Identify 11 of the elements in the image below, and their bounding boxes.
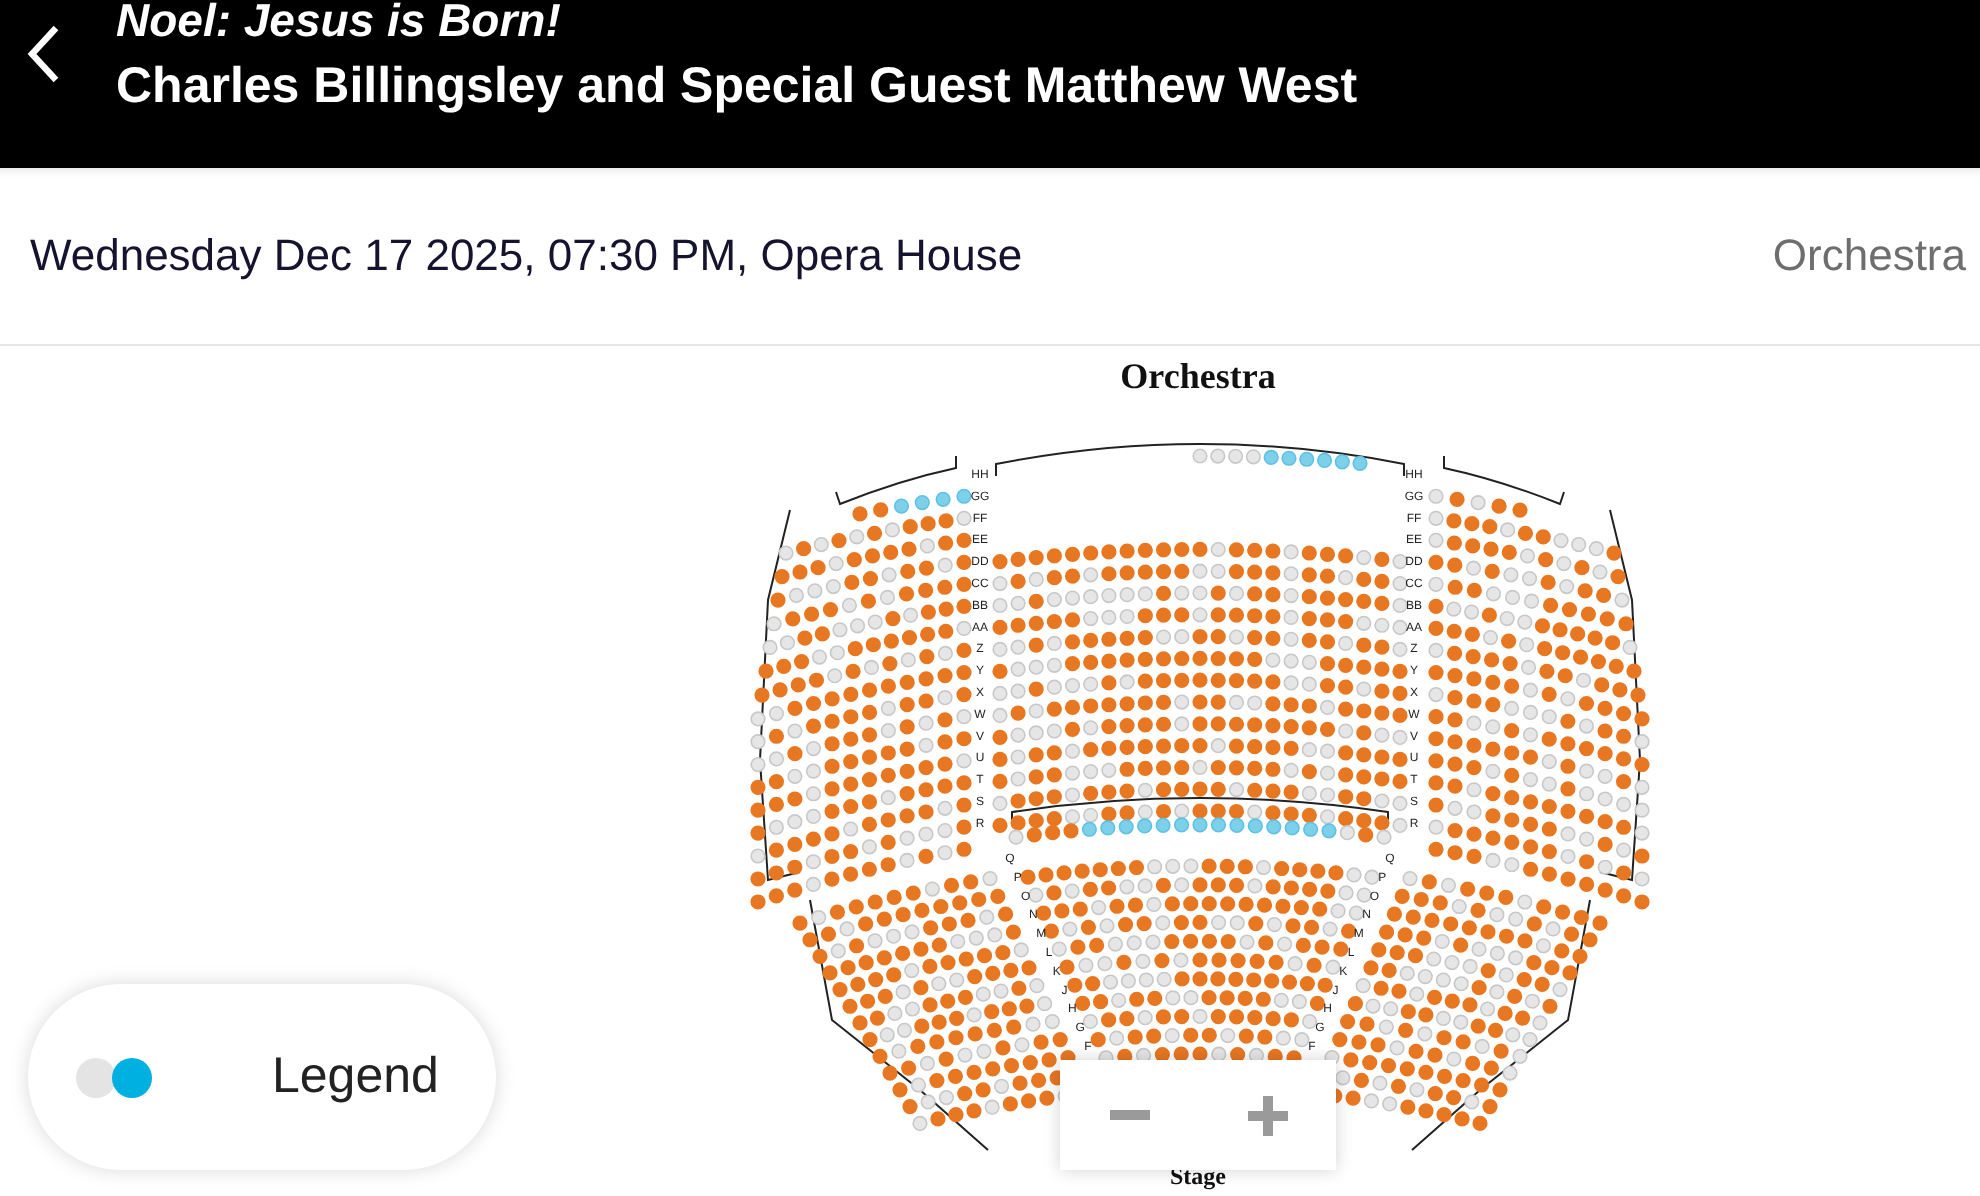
legend-label: Legend	[272, 1048, 439, 1106]
map-title: Orchestra	[1120, 356, 1276, 396]
event-subtitle: Charles Billingsley and Special Guest Matthew West	[116, 56, 1358, 118]
back-chevron-icon	[24, 22, 64, 86]
minus-icon	[1109, 1109, 1149, 1121]
event-title: Noel: Jesus is Born!	[116, 0, 563, 48]
stage-label: Stage	[1170, 1162, 1226, 1190]
section-name: Orchestra	[1772, 230, 1966, 282]
plus-icon	[1247, 1095, 1287, 1135]
legend-button[interactable]: Legend	[28, 984, 496, 1170]
event-details: Wednesday Dec 17 2025, 07:30 PM, Opera House	[30, 230, 1023, 282]
